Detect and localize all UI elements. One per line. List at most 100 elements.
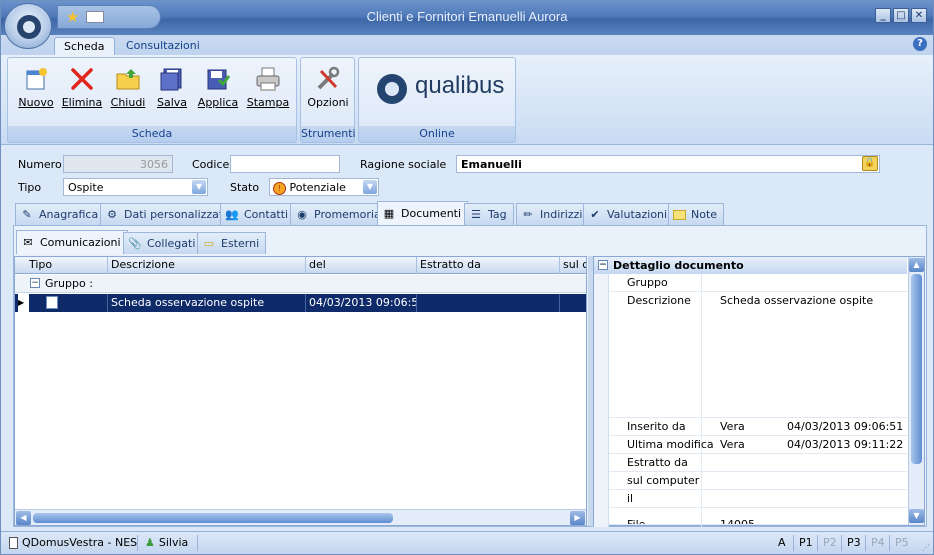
opzioni-button[interactable]: Opzioni: [306, 62, 350, 118]
record-form: Numero 3056 Codice Ragione sociale Emanu…: [1, 147, 933, 203]
scroll-up-icon[interactable]: ▲: [909, 258, 924, 272]
detail-row-sul-computer: sul computer: [609, 472, 907, 490]
ribbon-group-label: Strumenti: [301, 126, 356, 142]
stato-value: Potenziale: [289, 181, 346, 194]
close-button[interactable]: ✕: [911, 8, 927, 23]
row-estratto-cell: [417, 294, 560, 312]
row-sul-cell: [560, 294, 586, 312]
group-row[interactable]: − Gruppo :: [15, 275, 586, 293]
pencil-icon: ✏: [523, 207, 533, 221]
row-indicator-icon: ▶: [18, 294, 29, 312]
tab-documenti[interactable]: ▦ Documenti: [377, 201, 469, 225]
row-del-cell: 04/03/2013 09:06:51: [306, 294, 417, 312]
tab-tag[interactable]: ☰ Tag: [464, 203, 514, 225]
qualibus-logo[interactable]: qualibus: [377, 72, 507, 108]
applica-button[interactable]: Applica: [196, 62, 240, 118]
envelope-icon: ✉: [23, 235, 33, 249]
document-icon: [46, 296, 58, 309]
ribbon-tab-scheda[interactable]: Scheda: [54, 37, 115, 56]
tab-note[interactable]: Note: [668, 203, 725, 225]
stampa-button[interactable]: Stampa: [246, 62, 290, 118]
user-icon: ♟: [145, 536, 155, 549]
delete-x-icon: [71, 68, 93, 90]
scroll-left-icon[interactable]: ◀: [16, 511, 31, 525]
printer-icon: [256, 67, 280, 91]
window-title: Clienti e Fornitori Emanuelli Aurora: [366, 9, 568, 24]
check-icon: ✔: [590, 207, 600, 221]
elimina-button[interactable]: Elimina: [60, 62, 104, 118]
vertical-scrollbar[interactable]: ▲ ▼: [908, 257, 924, 525]
edit-icon: ✎: [22, 207, 32, 221]
people-icon: 👥: [225, 207, 239, 221]
column-header-del[interactable]: del: [306, 257, 417, 274]
application-window: ★ Clienti e Fornitori Emanuelli Aurora _…: [0, 0, 934, 555]
ribbon-group-strumenti: Opzioni Strumenti: [300, 57, 356, 143]
horizontal-scrollbar[interactable]: ◀ ▶: [15, 509, 586, 525]
tab-comunicazioni[interactable]: ✉ Comunicazioni: [16, 230, 128, 254]
tab-dati-personalizzati[interactable]: ⚙ Dati personalizzati: [100, 203, 234, 225]
apply-disk-icon: [207, 69, 231, 90]
ribbon-group-label: Online: [359, 126, 515, 142]
ribbon-tab-consultazioni[interactable]: Consultazioni: [117, 37, 209, 56]
tab-anagrafica[interactable]: ✎ Anagrafica: [15, 203, 106, 225]
stato-select[interactable]: ! Potenziale ▼: [269, 178, 379, 196]
resize-grip-icon[interactable]: ⋰: [922, 543, 930, 552]
note-icon: [673, 209, 686, 220]
tab-collegati[interactable]: 📎 Collegati: [123, 232, 203, 254]
ragione-sociale-field[interactable]: Emanuelli 🔒: [456, 155, 880, 173]
row-type-cell: [43, 294, 108, 312]
application-orb-button[interactable]: [4, 3, 52, 49]
chiudi-button[interactable]: Chiudi: [106, 62, 150, 118]
tab-promemoria[interactable]: ◉ Promemoria: [290, 203, 388, 225]
salva-button[interactable]: Salva: [150, 62, 194, 118]
codice-label: Codice: [192, 158, 230, 171]
scroll-right-icon[interactable]: ▶: [570, 511, 585, 525]
lock-icon[interactable]: 🔒: [862, 156, 878, 171]
scroll-down-icon[interactable]: ▼: [909, 509, 924, 523]
nuovo-button[interactable]: Nuovo: [14, 62, 58, 118]
collapse-icon[interactable]: −: [598, 260, 608, 270]
maximize-button[interactable]: □: [893, 8, 909, 23]
tipo-select[interactable]: Ospite ▼: [63, 178, 208, 196]
tipo-value: Ospite: [68, 181, 104, 194]
database-icon: [9, 537, 18, 549]
status-warning-icon: !: [273, 181, 286, 195]
save-disk-icon: [160, 68, 182, 91]
column-header-tipo[interactable]: Tipo: [26, 257, 108, 274]
scroll-thumb[interactable]: [911, 274, 922, 464]
detail-row-il: il: [609, 490, 907, 508]
tab-esterni[interactable]: ▭ Esterni: [197, 232, 267, 254]
column-header-descrizione[interactable]: Descrizione: [108, 257, 306, 274]
ribbon-group-label: Scheda: [8, 126, 296, 142]
list-icon: ☰: [471, 207, 481, 221]
chevron-down-icon[interactable]: ▼: [192, 180, 206, 194]
chevron-down-icon[interactable]: ▼: [363, 180, 377, 194]
ribbon-tab-strip: Scheda Consultazioni: [1, 35, 933, 56]
table-row[interactable]: ▶ Scheda osservazione ospite 04/03/2013 …: [15, 294, 586, 312]
ribbon-group-online: qualibus Online: [358, 57, 516, 143]
scroll-thumb[interactable]: [33, 513, 393, 523]
calendar-icon: ▦: [383, 206, 395, 220]
detail-row-estratto-da: Estratto da: [609, 454, 907, 472]
tab-contatti[interactable]: 👥 Contatti: [220, 203, 296, 225]
tab-indirizzi[interactable]: ✏ Indirizzi: [516, 203, 590, 225]
column-header-sul-computer[interactable]: sul co: [560, 257, 586, 274]
ragione-sociale-value: Emanuelli: [461, 158, 522, 171]
tab-valutazioni[interactable]: ✔ Valutazioni: [583, 203, 675, 225]
codice-field[interactable]: [230, 155, 340, 173]
row-descrizione-cell: Scheda osservazione ospite: [108, 294, 306, 312]
folder-close-icon: [116, 69, 140, 90]
gears-icon: ⚙: [107, 207, 117, 221]
detail-header: − Dettaglio documento: [594, 257, 907, 274]
detail-row-inserito-da: Inserito da Vera 04/03/2013 09:06:51: [609, 418, 907, 436]
tipo-label: Tipo: [18, 181, 42, 194]
database-status: QDomusVestra - NES: [5, 532, 141, 554]
ribbon: Nuovo Elimina Chiudi Salva Applica Stamp…: [1, 55, 933, 145]
grid-header: Tipo Descrizione del Estratto da sul co: [15, 257, 586, 274]
minimize-button[interactable]: _: [875, 8, 891, 23]
documents-grid: Tipo Descrizione del Estratto da sul co …: [14, 256, 587, 526]
title-bar: ★ Clienti e Fornitori Emanuelli Aurora _…: [1, 1, 933, 35]
help-icon[interactable]: ?: [913, 37, 927, 51]
collapse-icon[interactable]: −: [30, 278, 40, 288]
column-header-estratto-da[interactable]: Estratto da: [417, 257, 560, 274]
